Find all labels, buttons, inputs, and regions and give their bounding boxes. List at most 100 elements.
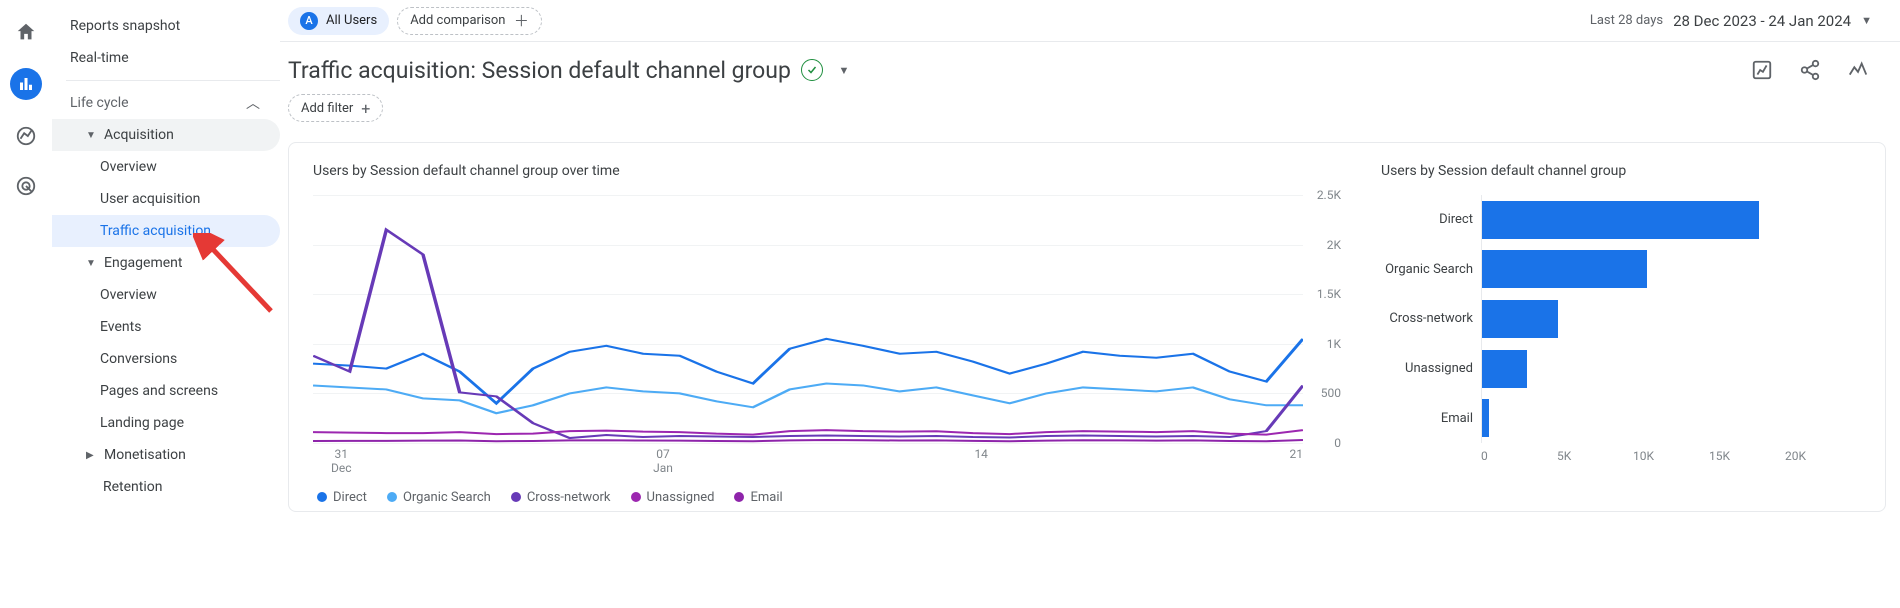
sidebar-item-user-acquisition[interactable]: User acquisition	[52, 183, 280, 215]
sidebar-divider	[66, 80, 280, 81]
plus-icon: +	[361, 99, 370, 118]
legend-label: Direct	[333, 490, 367, 505]
add-comparison-label: Add comparison	[410, 13, 505, 28]
bar-category-label: Organic Search	[1381, 262, 1473, 277]
y-axis-label: 1.5K	[1317, 287, 1341, 301]
legend-label: Email	[750, 490, 782, 505]
bar-category-label: Direct	[1381, 212, 1473, 227]
caret-down-icon: ▼	[838, 64, 849, 77]
legend-item[interactable]: Cross-network	[511, 490, 611, 505]
caret-down-icon: ▼	[1861, 14, 1872, 27]
chart-title: Users by Session default channel group	[1381, 163, 1861, 179]
line-chart-area[interactable]: 05001K1.5K2K2.5K	[313, 195, 1341, 443]
add-filter-button[interactable]: Add filter +	[288, 94, 383, 122]
sidebar-item-reports-snapshot[interactable]: Reports snapshot	[52, 10, 280, 42]
report-nav-sidebar: Reports snapshot Real-time Life cycle ︿ …	[52, 0, 280, 608]
main-content: A All Users Add comparison ＋ Last 28 day…	[280, 0, 1900, 608]
x-axis-label: 10K	[1633, 449, 1709, 463]
sidebar-item-realtime[interactable]: Real-time	[52, 42, 280, 74]
bar	[1482, 201, 1759, 239]
line-series	[313, 430, 1303, 434]
date-range-label: Last 28 days	[1590, 13, 1663, 28]
grid-line	[313, 443, 1303, 444]
y-axis-label: 500	[1321, 386, 1341, 400]
sidebar-item-conversions[interactable]: Conversions	[52, 343, 280, 375]
caret-right-icon: ▶	[86, 450, 97, 461]
verified-badge-icon[interactable]	[801, 59, 823, 81]
chart-title: Users by Session default channel group o…	[313, 163, 1341, 179]
line-series	[313, 440, 1303, 441]
legend-swatch-icon	[734, 492, 744, 502]
bar	[1482, 300, 1558, 338]
y-axis-label: 2.5K	[1317, 188, 1341, 202]
sidebar-section-label: Life cycle	[70, 95, 129, 111]
insights-icon[interactable]	[1844, 56, 1872, 84]
legend-item[interactable]: Unassigned	[631, 490, 715, 505]
legend-item[interactable]: Direct	[317, 490, 367, 505]
bar-category-labels: Direct Organic Search Cross-network Unassig…	[1381, 195, 1481, 443]
line-series	[313, 230, 1303, 438]
home-icon[interactable]	[12, 18, 40, 46]
charts-card: Users by Session default channel group o…	[288, 142, 1886, 512]
segment-chip-all-users[interactable]: A All Users	[288, 7, 389, 35]
legend-label: Organic Search	[403, 490, 491, 505]
x-axis-ticks: 31Dec07Jan1421	[313, 443, 1341, 476]
sidebar-item-pages[interactable]: Pages and screens	[52, 375, 280, 407]
bar	[1482, 250, 1647, 288]
sidebar-item-label: Engagement	[104, 255, 182, 271]
share-icon[interactable]	[1796, 56, 1824, 84]
bar-category-label: Unassigned	[1381, 361, 1473, 376]
y-axis-label: 0	[1334, 436, 1341, 450]
sidebar-item-landing[interactable]: Landing page	[52, 407, 280, 439]
legend-item[interactable]: Organic Search	[387, 490, 491, 505]
bar-chart-area[interactable]: Direct Organic Search Cross-network Unassig…	[1381, 195, 1861, 443]
sidebar-item-traffic-acquisition[interactable]: Traffic acquisition	[52, 215, 280, 247]
chevron-up-icon: ︿	[246, 93, 260, 113]
x-axis-label: 20K	[1785, 449, 1861, 463]
bar-category-label: Cross-network	[1381, 311, 1473, 326]
advertising-icon[interactable]	[12, 172, 40, 200]
x-axis-label: 14	[974, 447, 988, 476]
sidebar-item-overview[interactable]: Overview	[52, 151, 280, 183]
caret-down-icon: ▼	[86, 258, 97, 269]
header-actions	[1748, 56, 1872, 84]
sidebar-item-monetisation[interactable]: ▶ Monetisation	[52, 439, 280, 471]
y-axis-label: 2K	[1327, 238, 1341, 252]
dimension-dropdown-button[interactable]: ▼	[833, 59, 855, 81]
bar	[1482, 399, 1489, 437]
x-axis-label: 31Dec	[331, 447, 352, 476]
sidebar-item-label: Monetisation	[104, 447, 186, 463]
segment-label: All Users	[326, 13, 377, 28]
page-header: Traffic acquisition: Session default cha…	[280, 42, 1900, 92]
x-axis-label: 15K	[1709, 449, 1785, 463]
chart-legend: Direct Organic Search Cross-network Unassig…	[313, 476, 1341, 505]
sidebar-item-acquisition[interactable]: ▼ Acquisition	[52, 119, 280, 151]
legend-swatch-icon	[511, 492, 521, 502]
bar	[1482, 350, 1527, 388]
sidebar-item-overview[interactable]: Overview	[52, 279, 280, 311]
explore-icon[interactable]	[12, 122, 40, 150]
sidebar-section-life-cycle[interactable]: Life cycle ︿	[52, 87, 280, 119]
legend-swatch-icon	[317, 492, 327, 502]
add-comparison-button[interactable]: Add comparison ＋	[397, 7, 542, 35]
legend-swatch-icon	[631, 492, 641, 502]
sidebar-item-retention[interactable]: Retention	[52, 471, 280, 503]
bar-category-label: Email	[1381, 411, 1473, 426]
icon-rail	[0, 0, 52, 608]
sidebar-item-engagement[interactable]: ▼ Engagement	[52, 247, 280, 279]
date-range-picker[interactable]: Last 28 days 28 Dec 2023 - 24 Jan 2024 ▼	[1590, 12, 1872, 30]
topbar: A All Users Add comparison ＋ Last 28 day…	[280, 0, 1900, 42]
reports-icon[interactable]	[10, 68, 42, 100]
bar-plot-area	[1481, 195, 1861, 443]
line-series	[313, 339, 1303, 403]
customize-report-icon[interactable]	[1748, 56, 1776, 84]
legend-item[interactable]: Email	[734, 490, 782, 505]
legend-label: Cross-network	[527, 490, 611, 505]
line-series	[313, 383, 1303, 413]
date-range-value: 28 Dec 2023 - 24 Jan 2024	[1673, 12, 1851, 30]
x-axis-label: 0	[1481, 449, 1557, 463]
filter-row: Add filter +	[280, 92, 1900, 136]
plus-icon: ＋	[513, 13, 529, 29]
legend-swatch-icon	[387, 492, 397, 502]
sidebar-item-events[interactable]: Events	[52, 311, 280, 343]
